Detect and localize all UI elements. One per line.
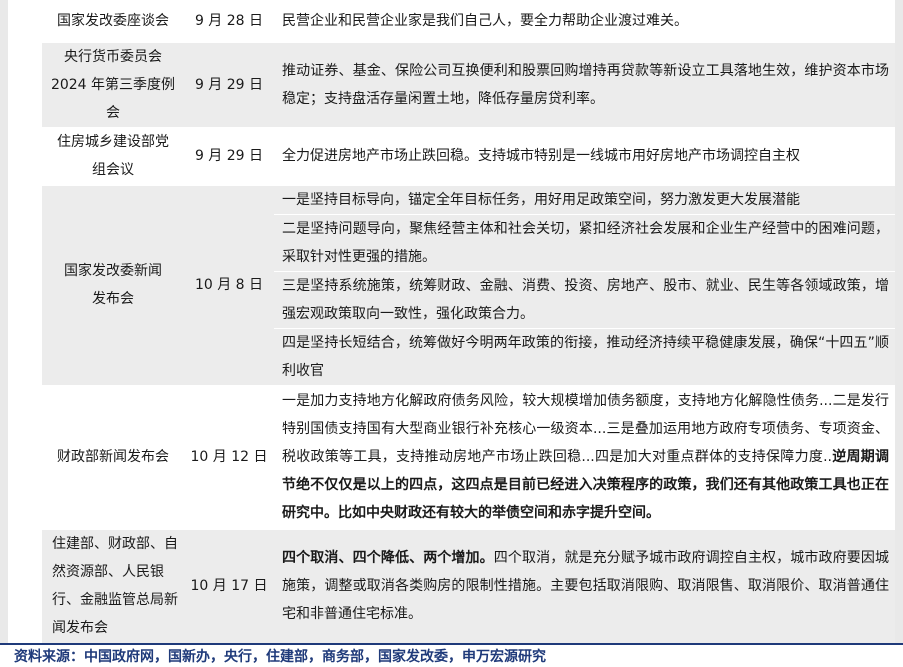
date-cell: 9 月 28 日 <box>184 0 274 43</box>
content-text: 一是加力支持地方化解政府债务风险，较大规模增加债务额度，支持地方化解隐性债务..… <box>282 393 889 465</box>
date-cell: 9 月 29 日 <box>184 127 274 186</box>
source-note: 资料来源：中国政府网，国新办，央行，住建部，商务部，国家发改委，申万宏源研究 <box>14 649 546 665</box>
content-cell: 四个取消、四个降低、两个增加。四个取消，就是充分赋予城市政府调控自主权，城市政府… <box>274 529 895 643</box>
content-cell: 一是加力支持地方化解政府债务风险，较大规模增加债务额度，支持地方化解隐性债务..… <box>274 385 895 530</box>
org-cell: 国家发改委座谈会 <box>42 0 184 43</box>
content-emphasis: 四个取消、四个降低、两个增加。 <box>282 550 494 567</box>
table-row: 国家发改委新闻发布会 10 月 8 日 一是坚持目标导向，锚定全年目标任务，用好… <box>42 185 895 386</box>
policy-table-frame: 国家发改委座谈会 9 月 28 日 民营企业和民营企业家是我们自己人，要全力帮助… <box>0 0 903 643</box>
policy-table: 国家发改委座谈会 9 月 28 日 民营企业和民营企业家是我们自己人，要全力帮助… <box>42 0 895 643</box>
org-cell: 国家发改委新闻发布会 <box>42 185 184 386</box>
content-cell: 全力促进房地产市场止跌回稳。支持城市特别是一线城市用好房地产市场调控自主权 <box>274 127 895 186</box>
table-row: 住房城乡建设部党组会议 9 月 29 日 全力促进房地产市场止跌回稳。支持城市特… <box>42 127 895 186</box>
content-subitem: 二是坚持问题导向，聚焦经营主体和社会关切，紧扣经济社会发展和企业生产经营中的困难… <box>274 214 895 272</box>
table-row: 国家发改委座谈会 9 月 28 日 民营企业和民营企业家是我们自己人，要全力帮助… <box>42 0 895 43</box>
table-row: 财政部新闻发布会 10 月 12 日 一是加力支持地方化解政府债务风险，较大规模… <box>42 385 895 530</box>
org-cell: 住房城乡建设部党组会议 <box>42 127 184 186</box>
date-cell: 10 月 12 日 <box>184 385 274 530</box>
left-border-strip <box>0 0 8 643</box>
content-subitem: 四是坚持长短结合，统筹做好今明两年政策的衔接，推动经济持续平稳健康发展，确保“十… <box>274 328 895 386</box>
org-cell: 央行货币委员会2024 年第三季度例会 <box>42 42 184 128</box>
org-cell: 财政部新闻发布会 <box>42 385 184 530</box>
date-cell: 10 月 8 日 <box>184 185 274 386</box>
date-cell: 10 月 17 日 <box>184 529 274 643</box>
content-cell: 民营企业和民营企业家是我们自己人，要全力帮助企业渡过难关。 <box>274 0 895 43</box>
date-cell: 9 月 29 日 <box>184 42 274 128</box>
right-border-strip <box>895 0 903 643</box>
table-row: 住建部、财政部、自然资源部、人民银行、金融监管总局新闻发布会 10 月 17 日… <box>42 529 895 643</box>
footer-divider <box>0 643 903 645</box>
org-cell: 住建部、财政部、自然资源部、人民银行、金融监管总局新闻发布会 <box>42 529 184 643</box>
content-subitem: 三是坚持系统施策，统筹财政、金融、消费、投资、房地产、股市、就业、民生等各领域政… <box>274 271 895 329</box>
table-row: 央行货币委员会2024 年第三季度例会 9 月 29 日 推动证券、基金、保险公… <box>42 42 895 128</box>
content-cell: 推动证券、基金、保险公司互换便利和股票回购增持再贷款等新设立工具落地生效，维护资… <box>274 42 895 128</box>
content-subitem: 一是坚持目标导向，锚定全年目标任务，用好用足政策空间，努力激发更大发展潜能 <box>274 185 895 215</box>
